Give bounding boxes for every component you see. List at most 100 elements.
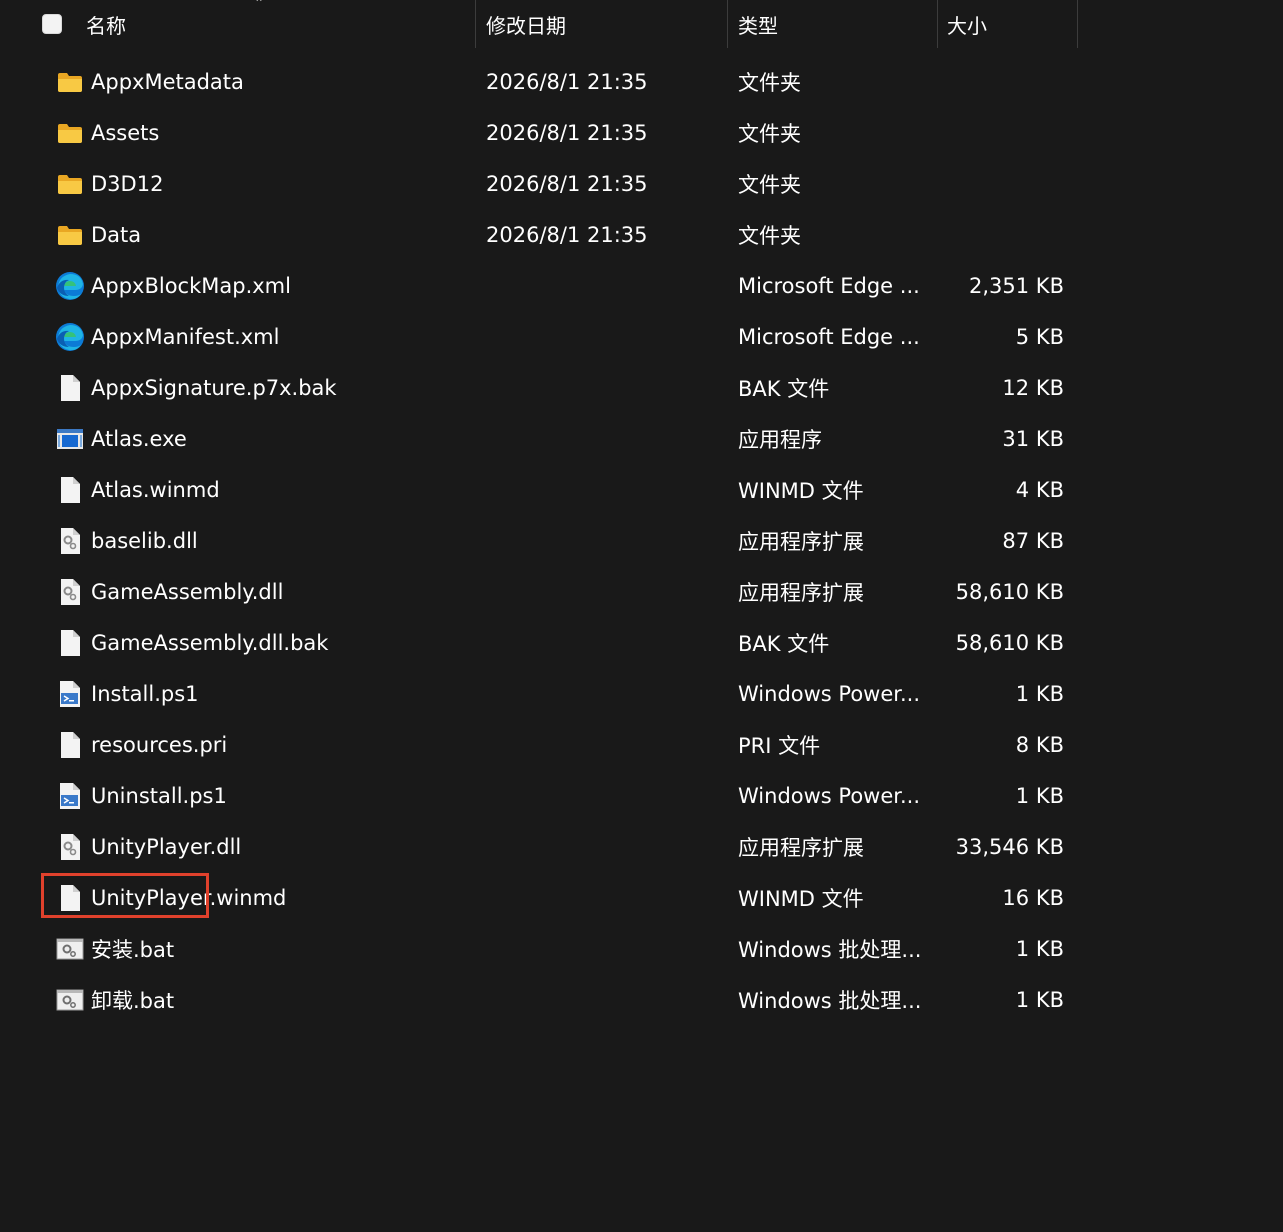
folder-icon bbox=[54, 56, 86, 107]
file-name[interactable]: Install.ps1 bbox=[91, 668, 199, 719]
file-row[interactable]: GameAssembly.dll.bak BAK 文件 58,610 KB bbox=[0, 617, 1283, 668]
edge-icon bbox=[54, 311, 86, 362]
file-name[interactable]: D3D12 bbox=[91, 158, 163, 209]
file-size: 1 KB bbox=[1015, 987, 1064, 1012]
exe-icon bbox=[54, 413, 86, 464]
file-modified-date: 2026/8/1 21:35 bbox=[486, 222, 648, 247]
file-size: 33,546 KB bbox=[955, 834, 1064, 859]
file-name[interactable]: AppxBlockMap.xml bbox=[91, 260, 291, 311]
file-modified-date: 2026/8/1 21:35 bbox=[486, 171, 648, 196]
dll-icon bbox=[54, 821, 86, 872]
file-type: PRI 文件 bbox=[738, 733, 821, 758]
folder-icon bbox=[54, 158, 86, 209]
file-size: 12 KB bbox=[1002, 375, 1064, 400]
file-name[interactable]: Uninstall.ps1 bbox=[91, 770, 227, 821]
file-row[interactable]: UnityPlayer.dll 应用程序扩展 33,546 KB bbox=[0, 821, 1283, 872]
file-size: 87 KB bbox=[1002, 528, 1064, 553]
file-size: 1 KB bbox=[1015, 681, 1064, 706]
file-icon bbox=[54, 872, 86, 923]
file-icon bbox=[54, 617, 86, 668]
file-size: 8 KB bbox=[1015, 732, 1064, 757]
file-row[interactable]: AppxSignature.p7x.bak BAK 文件 12 KB bbox=[0, 362, 1283, 413]
dll-icon bbox=[54, 515, 86, 566]
file-size: 16 KB bbox=[1002, 885, 1064, 910]
file-type: 应用程序扩展 bbox=[738, 580, 864, 605]
file-type: WINMD 文件 bbox=[738, 478, 864, 503]
file-type: Microsoft Edge ... bbox=[738, 273, 920, 298]
file-icon bbox=[54, 719, 86, 770]
file-type: Windows 批处理... bbox=[738, 988, 922, 1013]
file-row[interactable]: Atlas.winmd WINMD 文件 4 KB bbox=[0, 464, 1283, 515]
file-name[interactable]: 卸载.bat bbox=[91, 974, 174, 1025]
file-list: AppxMetadata 2026/8/1 21:35 文件夹 Assets 2026/… bbox=[0, 56, 1283, 1025]
file-row[interactable]: UnityPlayer.winmd WINMD 文件 16 KB bbox=[0, 872, 1283, 923]
file-size: 1 KB bbox=[1015, 936, 1064, 961]
column-header-name[interactable]: 名称 bbox=[86, 0, 126, 48]
file-type: 应用程序 bbox=[738, 427, 822, 452]
file-name[interactable]: 安装.bat bbox=[91, 923, 174, 974]
file-row[interactable]: Assets 2026/8/1 21:35 文件夹 bbox=[0, 107, 1283, 158]
column-divider[interactable] bbox=[475, 0, 476, 48]
file-row[interactable]: AppxBlockMap.xml Microsoft Edge ... 2,351 … bbox=[0, 260, 1283, 311]
file-size: 5 KB bbox=[1015, 324, 1064, 349]
column-divider[interactable] bbox=[1077, 0, 1078, 48]
column-header-size[interactable]: 大小 bbox=[947, 0, 987, 48]
file-modified-date: 2026/8/1 21:35 bbox=[486, 120, 648, 145]
file-row[interactable]: Data 2026/8/1 21:35 文件夹 bbox=[0, 209, 1283, 260]
file-type: Microsoft Edge ... bbox=[738, 324, 920, 349]
file-size: 31 KB bbox=[1002, 426, 1064, 451]
bat-icon bbox=[54, 923, 86, 974]
file-size: 58,610 KB bbox=[955, 579, 1064, 604]
file-name[interactable]: GameAssembly.dll.bak bbox=[91, 617, 328, 668]
file-row[interactable]: baselib.dll 应用程序扩展 87 KB bbox=[0, 515, 1283, 566]
file-icon bbox=[54, 464, 86, 515]
file-name[interactable]: AppxSignature.p7x.bak bbox=[91, 362, 337, 413]
column-header-type[interactable]: 类型 bbox=[738, 0, 778, 48]
file-name[interactable]: Assets bbox=[91, 107, 159, 158]
sort-ascending-icon: ⌃ bbox=[253, 0, 265, 10]
file-type: Windows 批处理... bbox=[738, 937, 922, 962]
column-divider[interactable] bbox=[937, 0, 938, 48]
file-row[interactable]: D3D12 2026/8/1 21:35 文件夹 bbox=[0, 158, 1283, 209]
file-row[interactable]: Uninstall.ps1 Windows Power... 1 KB bbox=[0, 770, 1283, 821]
powershell-icon bbox=[54, 668, 86, 719]
file-name[interactable]: Atlas.winmd bbox=[91, 464, 220, 515]
file-name[interactable]: UnityPlayer.dll bbox=[91, 821, 241, 872]
powershell-icon bbox=[54, 770, 86, 821]
file-name[interactable]: resources.pri bbox=[91, 719, 227, 770]
file-size bbox=[940, 107, 1064, 158]
file-row[interactable]: GameAssembly.dll 应用程序扩展 58,610 KB bbox=[0, 566, 1283, 617]
file-size bbox=[940, 56, 1064, 107]
folder-icon bbox=[54, 209, 86, 260]
file-type: 文件夹 bbox=[738, 121, 801, 146]
file-name[interactable]: AppxManifest.xml bbox=[91, 311, 279, 362]
file-type: BAK 文件 bbox=[738, 631, 830, 656]
file-size bbox=[940, 158, 1064, 209]
file-name[interactable]: Data bbox=[91, 209, 141, 260]
file-size: 4 KB bbox=[1015, 477, 1064, 502]
file-row[interactable]: AppxMetadata 2026/8/1 21:35 文件夹 bbox=[0, 56, 1283, 107]
select-all-checkbox[interactable] bbox=[42, 14, 62, 34]
file-row[interactable]: AppxManifest.xml Microsoft Edge ... 5 KB bbox=[0, 311, 1283, 362]
file-row[interactable]: Atlas.exe 应用程序 31 KB bbox=[0, 413, 1283, 464]
file-type: Windows Power... bbox=[738, 681, 921, 706]
file-name[interactable]: AppxMetadata bbox=[91, 56, 244, 107]
file-name[interactable]: baselib.dll bbox=[91, 515, 198, 566]
column-divider[interactable] bbox=[727, 0, 728, 48]
file-name[interactable]: Atlas.exe bbox=[91, 413, 187, 464]
bat-icon bbox=[54, 974, 86, 1025]
file-name[interactable]: GameAssembly.dll bbox=[91, 566, 283, 617]
column-header-date[interactable]: 修改日期 bbox=[486, 0, 566, 48]
file-row[interactable]: Install.ps1 Windows Power... 1 KB bbox=[0, 668, 1283, 719]
file-row[interactable]: 安装.bat Windows 批处理... 1 KB bbox=[0, 923, 1283, 974]
file-size: 1 KB bbox=[1015, 783, 1064, 808]
file-row[interactable]: 卸载.bat Windows 批处理... 1 KB bbox=[0, 974, 1283, 1025]
folder-icon bbox=[54, 107, 86, 158]
file-name[interactable]: UnityPlayer.winmd bbox=[91, 872, 286, 923]
file-row[interactable]: resources.pri PRI 文件 8 KB bbox=[0, 719, 1283, 770]
file-type: 文件夹 bbox=[738, 70, 801, 95]
file-size: 58,610 KB bbox=[955, 630, 1064, 655]
file-explorer-list: ⌃ 名称 修改日期 类型 大小 AppxMetadata 2026/8/1 21:… bbox=[0, 0, 1283, 1232]
file-icon bbox=[54, 362, 86, 413]
file-type: 文件夹 bbox=[738, 223, 801, 248]
